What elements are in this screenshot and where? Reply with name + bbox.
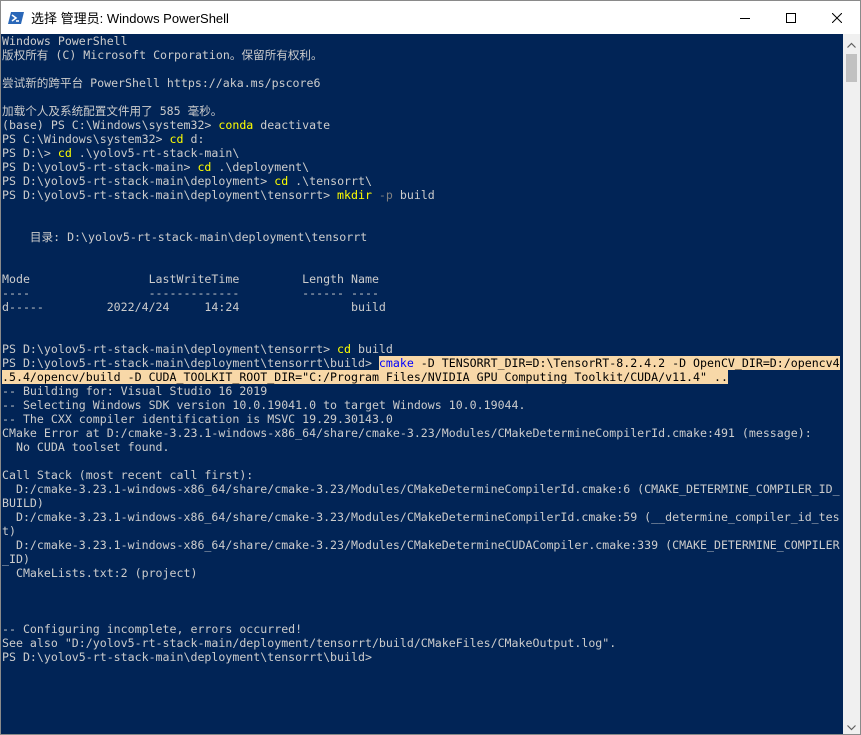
close-icon — [831, 8, 843, 27]
title-bar[interactable]: 选择 管理员: Windows PowerShell — [1, 1, 860, 34]
console-line: D:/cmake-3.23.1-windows-x86_64/share/cma… — [2, 538, 840, 552]
prompt: PS D:\yolov5-rt-stack-main> — [2, 160, 198, 174]
console-line: _ID) — [2, 552, 30, 566]
selected-text[interactable]: cmake -D TENSORRT_DIR=D:\TensorRT-8.2.4.… — [378, 356, 840, 370]
prompt: PS D:\yolov5-rt-stack-main\deployment> — [2, 174, 275, 188]
command: mkdir — [337, 188, 372, 202]
command: cd — [197, 160, 212, 174]
argument: d: — [183, 132, 205, 146]
close-button[interactable] — [814, 1, 860, 34]
table-row: d----- 2022/4/24 14:24 build — [2, 300, 386, 314]
console-line: CMakeLists.txt:2 (project) — [2, 566, 198, 580]
powershell-window: 选择 管理员: Windows PowerShell Windows Power… — [0, 0, 861, 735]
argument: -D TENSORRT_DIR=D:\TensorRT-8.2.4.2 -D O… — [413, 356, 840, 370]
prompt: PS D:\yolov5-rt-stack-main\deployment\te… — [2, 650, 372, 664]
console-line: 尝试新的跨平台 PowerShell https://aka.ms/pscore… — [2, 76, 321, 90]
prompt-line: PS D:\yolov5-rt-stack-main\deployment\te… — [1, 650, 843, 664]
scroll-up-button[interactable] — [843, 34, 860, 51]
console-line: CMake Error at D:/cmake-3.23.1-windows-x… — [2, 426, 812, 440]
argument: deactivate — [253, 118, 331, 132]
argument: .\yolov5-rt-stack-main\ — [71, 146, 240, 160]
prompt-line: PS C:\Windows\system32> cd d: — [1, 132, 843, 146]
vertical-scrollbar[interactable] — [843, 34, 860, 734]
chevron-up-icon — [847, 33, 856, 52]
command: cd — [169, 132, 184, 146]
maximize-icon — [786, 8, 796, 27]
argument: build — [351, 342, 393, 356]
parameter: -p — [371, 188, 393, 202]
command: cd — [57, 146, 72, 160]
console-line: 目录: D:\yolov5-rt-stack-main\deployment\t… — [2, 230, 368, 244]
argument: .\tensorrt\ — [288, 174, 372, 188]
console-line: D:/cmake-3.23.1-windows-x86_64/share/cma… — [2, 510, 840, 524]
table-rule: ---- ------------- ------ ---- — [2, 286, 379, 300]
console-line: t) — [2, 524, 16, 538]
console-line: .5.4/opencv/build -D CUDA_TOOLKIT_ROOT_D… — [1, 370, 843, 384]
console-line: BUILD) — [2, 496, 44, 510]
prompt-line: PS D:\yolov5-rt-stack-main\deployment\te… — [1, 188, 843, 202]
scroll-down-button[interactable] — [843, 717, 860, 734]
console-line: No CUDA toolset found. — [2, 440, 170, 454]
console-line: D:/cmake-3.23.1-windows-x86_64/share/cma… — [2, 482, 840, 496]
prompt: PS D:\yolov5-rt-stack-main\deployment\te… — [2, 188, 338, 202]
prompt-line: PS D:\yolov5-rt-stack-main> cd .\deploym… — [1, 160, 843, 174]
minimize-button[interactable] — [722, 1, 768, 34]
console-line: 版权所有 (C) Microsoft Corporation。保留所有权利。 — [2, 48, 323, 62]
argument: .\deployment\ — [211, 160, 310, 174]
command: cd — [337, 342, 352, 356]
prompt-line: PS D:\yolov5-rt-stack-main\deployment\te… — [1, 342, 843, 356]
console-line: -- Building for: Visual Studio 16 2019 — [2, 384, 268, 398]
command: cmake — [378, 356, 414, 370]
chevron-down-icon — [847, 716, 856, 734]
powershell-icon — [8, 10, 24, 26]
console-line: -- Configuring incomplete, errors occurr… — [2, 622, 303, 636]
prompt: (base) PS C:\Windows\system32> — [2, 118, 219, 132]
maximize-button[interactable] — [768, 1, 814, 34]
scrollbar-thumb[interactable] — [846, 54, 857, 82]
command: conda — [218, 118, 254, 132]
prompt-line: PS D:\> cd .\yolov5-rt-stack-main\ — [1, 146, 843, 160]
prompt: PS D:\yolov5-rt-stack-main\deployment\te… — [2, 342, 338, 356]
console-line: See also "D:/yolov5-rt-stack-main/deploy… — [2, 636, 617, 650]
prompt-line: PS D:\yolov5-rt-stack-main\deployment> c… — [1, 174, 843, 188]
prompt: PS D:\> — [2, 146, 58, 160]
console-line: -- The CXX compiler identification is MS… — [2, 412, 393, 426]
console-line: Windows PowerShell — [2, 34, 128, 48]
console-line: Call Stack (most recent call first): — [2, 468, 254, 482]
prompt: PS C:\Windows\system32> — [2, 132, 170, 146]
argument: build — [392, 188, 435, 202]
console-output[interactable]: Windows PowerShell 版权所有 (C) Microsoft Co… — [1, 34, 843, 734]
console-line: 加载个人及系统配置文件用了 585 毫秒。 — [2, 104, 223, 118]
selected-text[interactable]: .5.4/opencv/build -D CUDA_TOOLKIT_ROOT_D… — [2, 370, 728, 384]
prompt: PS D:\yolov5-rt-stack-main\deployment\te… — [2, 356, 379, 370]
table-header: Mode LastWriteTime Length Name — [2, 272, 379, 286]
prompt-line: (base) PS C:\Windows\system32> conda dea… — [1, 118, 843, 132]
window-title: 选择 管理员: Windows PowerShell — [31, 11, 229, 26]
prompt-line: PS D:\yolov5-rt-stack-main\deployment\te… — [1, 356, 843, 370]
command: cd — [274, 174, 289, 188]
minimize-icon — [740, 8, 750, 27]
console-line: -- Selecting Windows SDK version 10.0.19… — [2, 398, 526, 412]
